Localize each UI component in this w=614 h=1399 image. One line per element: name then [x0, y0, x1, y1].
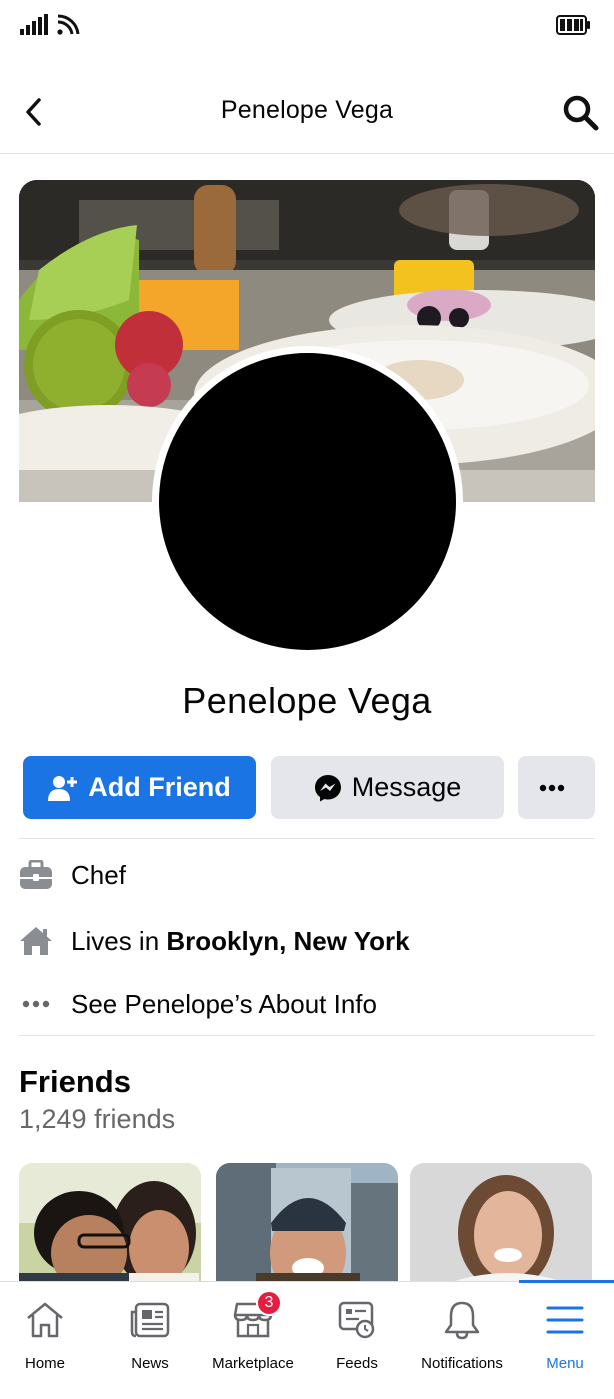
briefcase-icon — [19, 858, 53, 892]
about-info-link[interactable]: See Penelope’s About Info — [71, 989, 377, 1020]
divider — [19, 838, 595, 839]
lives-in-prefix: Lives in — [71, 925, 167, 956]
feeds-icon — [335, 1298, 379, 1342]
friends-count: 1,249 friends — [19, 1104, 176, 1134]
about-info-row[interactable]: See Penelope’s About Info — [19, 984, 377, 1024]
bottom-navigation: Home News 3 Marketplace Feeds Notificati… — [0, 1280, 614, 1399]
nav-menu-label: Menu — [546, 1355, 584, 1372]
lives-in-place[interactable]: Brooklyn, New York — [166, 926, 409, 956]
add-friend-button[interactable]: Add Friend — [23, 756, 256, 819]
work-text: Chef — [71, 859, 126, 890]
wifi-icon — [57, 14, 80, 35]
battery-icon — [556, 15, 590, 35]
search-icon — [563, 95, 599, 131]
nav-home[interactable]: Home — [0, 1282, 90, 1382]
add-friend-label: Add Friend — [88, 772, 231, 802]
home-icon — [23, 1298, 67, 1342]
search-button[interactable] — [562, 94, 600, 132]
nav-feeds-label: Feeds — [336, 1355, 378, 1372]
nav-notifications[interactable]: Notifications — [410, 1282, 514, 1382]
news-icon — [128, 1298, 172, 1342]
divider — [19, 1035, 595, 1036]
signal-icon — [20, 14, 48, 35]
friend-photo[interactable] — [19, 1163, 201, 1288]
nav-news-label: News — [131, 1355, 169, 1372]
lives-in-text: Lives in Brooklyn, New York — [71, 926, 410, 957]
message-label: Message — [351, 772, 462, 802]
marketplace-icon: 3 — [231, 1290, 282, 1342]
message-button[interactable]: Message — [271, 756, 504, 819]
more-dots-icon — [19, 987, 53, 1021]
marketplace-badge: 3 — [256, 1290, 282, 1316]
nav-news[interactable]: News — [105, 1282, 195, 1382]
more-options-button[interactable] — [518, 756, 595, 819]
nav-feeds[interactable]: Feeds — [312, 1282, 402, 1382]
nav-marketplace[interactable]: 3 Marketplace — [208, 1282, 298, 1382]
menu-icon — [543, 1298, 587, 1342]
friend-photo-image — [19, 1163, 201, 1288]
nav-home-label: Home — [24, 1355, 65, 1372]
home-icon — [19, 924, 53, 958]
nav-menu[interactable]: Menu — [520, 1282, 610, 1382]
messenger-icon — [314, 774, 341, 801]
nav-notifications-label: Notifications — [421, 1355, 503, 1372]
work-row: Chef — [19, 855, 126, 895]
friend-photo[interactable] — [410, 1163, 592, 1288]
bell-icon — [440, 1298, 484, 1342]
friend-photo[interactable] — [216, 1163, 398, 1288]
friends-section-title: Friends — [19, 1064, 131, 1099]
top-bar: Penelope Vega — [0, 70, 614, 154]
lives-in-row: Lives in Brooklyn, New York — [19, 921, 410, 961]
profile-name: Penelope Vega — [182, 680, 432, 721]
nav-marketplace-label: Marketplace — [212, 1355, 294, 1372]
status-bar — [0, 0, 614, 50]
page-title: Penelope Vega — [220, 96, 394, 124]
add-friend-icon — [48, 775, 78, 801]
more-dots-icon — [539, 784, 564, 791]
profile-avatar[interactable] — [159, 353, 456, 650]
friend-photo-image — [216, 1163, 398, 1288]
friend-photo-image — [410, 1163, 592, 1288]
